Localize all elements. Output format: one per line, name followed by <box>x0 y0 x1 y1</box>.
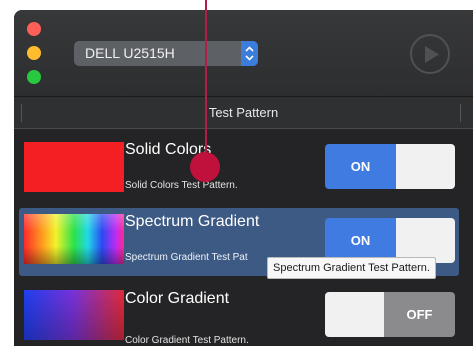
display-select-value: DELL U2515H <box>85 45 175 61</box>
column-divider <box>460 104 461 122</box>
item-title: Spectrum Gradient <box>125 213 260 230</box>
item-title: Color Gradient <box>125 290 230 307</box>
color-gradient-swatch <box>24 290 124 340</box>
up-down-chevron-icon <box>241 41 258 66</box>
app-window: DELL U2515H Test Pattern Solid Colors So… <box>14 10 473 346</box>
toggle-knob <box>396 144 455 189</box>
solid-colors-swatch <box>24 142 124 192</box>
spectrum-gradient-swatch <box>24 214 124 264</box>
column-header[interactable]: Test Pattern <box>14 97 473 129</box>
toggle-label: ON <box>325 144 396 189</box>
close-window-button[interactable] <box>27 22 41 36</box>
title-bar: DELL U2515H <box>14 10 473 97</box>
item-subtitle: Solid Colors Test Pattern. <box>125 180 238 191</box>
play-icon <box>425 46 439 63</box>
solid-colors-toggle[interactable]: ON <box>325 144 455 189</box>
play-button[interactable] <box>410 34 450 74</box>
list-item-solid-colors[interactable]: Solid Colors Solid Colors Test Pattern. … <box>19 136 459 204</box>
pointer-line <box>205 0 207 163</box>
display-select[interactable]: DELL U2515H <box>74 41 258 66</box>
click-indicator <box>190 152 220 182</box>
tooltip: Spectrum Gradient Test Pattern. <box>267 257 436 279</box>
list-item-color-gradient[interactable]: Color Gradient Color Gradient Test Patte… <box>19 280 459 346</box>
item-subtitle: Spectrum Gradient Test Pat <box>125 252 248 263</box>
toggle-knob <box>325 292 384 337</box>
column-header-label: Test Pattern <box>208 105 279 120</box>
item-subtitle: Color Gradient Test Pattern. <box>125 335 249 346</box>
color-gradient-toggle[interactable]: OFF <box>325 292 455 337</box>
toggle-label: OFF <box>384 292 455 337</box>
minimize-window-button[interactable] <box>27 46 41 60</box>
zoom-window-button[interactable] <box>27 70 41 84</box>
